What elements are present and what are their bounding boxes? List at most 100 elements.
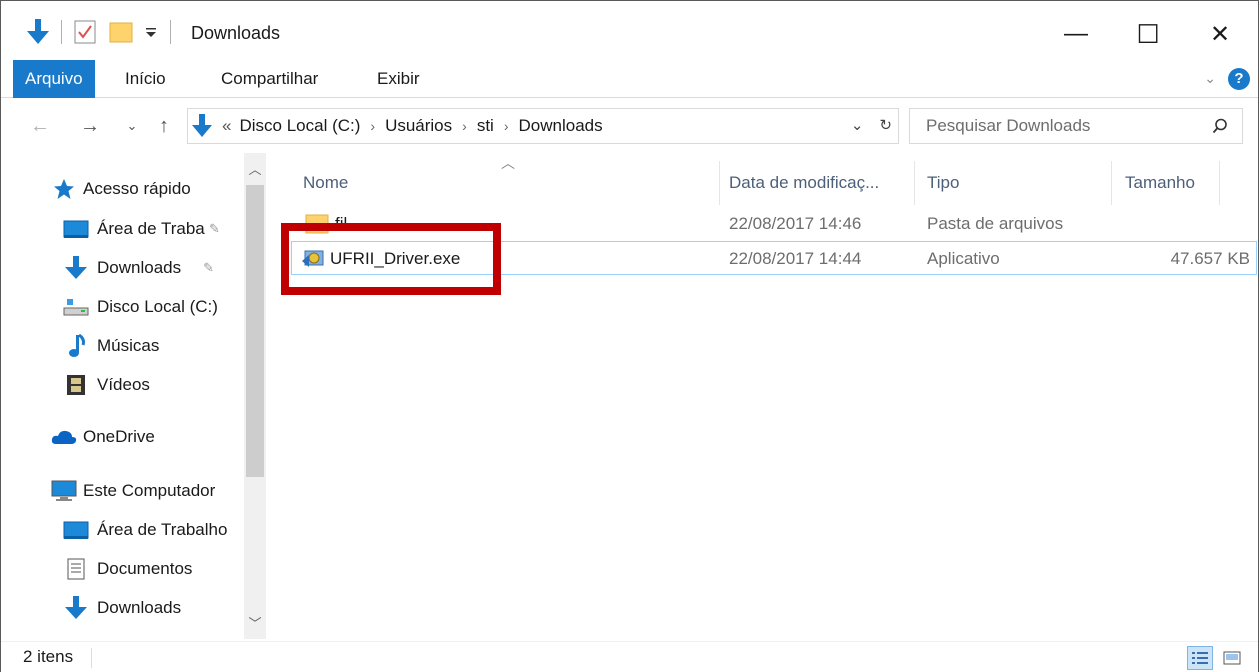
sort-ascending-icon: ︿ (501, 155, 515, 171)
breadcrumb-disco-local[interactable]: Disco Local (C:) (239, 109, 360, 143)
cloud-icon (51, 424, 77, 450)
sidebar-item-documentos[interactable]: Documentos (63, 551, 243, 587)
desktop-icon (63, 216, 89, 242)
desktop-icon (63, 517, 89, 543)
item-count: 2 itens (23, 647, 74, 666)
installer-icon (301, 245, 327, 276)
breadcrumb-separator[interactable]: › (370, 109, 375, 143)
pin-icon: ✎ (203, 260, 215, 275)
sidebar-item-label: Área de Trabalho (97, 520, 228, 539)
navigation-pane: Acesso rápido Área de Trabalho ✎ Downloa… (1, 153, 268, 639)
search-box[interactable]: Pesquisar Downloads (909, 108, 1243, 144)
column-header-tamanho[interactable]: Tamanho (1125, 161, 1195, 205)
sidebar-item-downloads-pinned[interactable]: Downloads ✎ (63, 250, 243, 286)
refresh-icon[interactable]: ↻ (879, 109, 892, 143)
back-arrow-icon[interactable]: ← (27, 113, 53, 139)
properties-icon[interactable] (72, 17, 98, 47)
search-input[interactable]: Pesquisar Downloads (926, 109, 1090, 143)
column-header-nome[interactable]: Nome (303, 161, 348, 205)
chevron-up-icon[interactable]: ︿ (244, 159, 266, 181)
file-explorer-window: Downloads — ☐ ✕ Arquivo Início Compartil… (0, 0, 1259, 672)
star-icon (51, 176, 77, 202)
title-bar: Downloads — ☐ ✕ (1, 1, 1258, 59)
column-separator[interactable] (1111, 161, 1112, 205)
customize-toolbar-icon[interactable] (142, 17, 160, 47)
column-separator[interactable] (914, 161, 915, 205)
breadcrumb-overflow[interactable]: « (222, 109, 231, 143)
download-arrow-icon (192, 114, 212, 143)
sidebar-item-videos[interactable]: Vídeos (63, 367, 243, 403)
tab-compartilhar[interactable]: Compartilhar (221, 60, 318, 98)
file-row-selected[interactable]: UFRII_Driver.exe 22/08/2017 14:44 Aplica… (291, 241, 1257, 275)
chevron-down-icon[interactable]: ⌄ (851, 109, 864, 143)
music-note-icon (63, 333, 89, 359)
document-icon (63, 556, 89, 582)
address-actions: ⌄ ↻ (851, 109, 892, 143)
download-arrow-icon (63, 595, 89, 621)
sidebar-item-onedrive[interactable]: OneDrive (51, 419, 241, 455)
sidebar-item-disco-local[interactable]: Disco Local (C:) (63, 289, 243, 325)
sidebar-item-acesso-rapido[interactable]: Acesso rápido (51, 171, 241, 207)
breadcrumb-downloads[interactable]: Downloads (519, 109, 603, 143)
folder-icon (305, 212, 329, 239)
sidebar-item-este-computador[interactable]: Este Computador (51, 473, 241, 509)
computer-icon (51, 478, 77, 504)
status-separator (91, 648, 92, 668)
sidebar-item-label: Músicas (97, 336, 160, 355)
column-header-tipo[interactable]: Tipo (927, 161, 959, 205)
file-type: Aplicativo (927, 249, 1000, 268)
close-button[interactable]: ✕ (1197, 11, 1243, 57)
file-type: Pasta de arquivos (927, 214, 1064, 233)
file-date: 22/08/2017 14:46 (729, 214, 862, 233)
maximize-button[interactable]: ☐ (1125, 11, 1171, 57)
large-icons-view-icon[interactable] (1219, 646, 1245, 670)
tab-arquivo[interactable]: Arquivo (13, 60, 95, 98)
film-icon (63, 372, 89, 398)
sidebar-item-label: Downloads (97, 258, 182, 277)
breadcrumb-separator[interactable]: › (504, 109, 509, 143)
column-separator[interactable] (1219, 161, 1220, 205)
toolbar-separator (61, 20, 62, 44)
sidebar-item-area-de-trabalho[interactable]: Área de Trabalho (63, 512, 243, 548)
address-bar[interactable]: « Disco Local (C:) › Usuários › sti › Do… (187, 108, 899, 144)
ribbon-collapse-icon[interactable]: ⌄ (1204, 70, 1216, 87)
sidebar-item-label: Downloads (97, 598, 182, 617)
file-name: fil (335, 214, 348, 233)
tab-exibir[interactable]: Exibir (377, 60, 420, 98)
sidebar-item-downloads[interactable]: Downloads (63, 590, 243, 626)
help-icon[interactable]: ? (1228, 68, 1250, 90)
nav-pane-scrollbar[interactable]: ︿ ﹀ (244, 153, 266, 639)
details-view-icon[interactable] (1187, 646, 1213, 670)
breadcrumb: « Disco Local (C:) › Usuários › sti › Do… (222, 109, 603, 143)
search-icon[interactable] (1212, 118, 1228, 139)
forward-arrow-icon[interactable]: → (77, 113, 103, 139)
sidebar-item-area-de-trabalho-pinned[interactable]: Área de Trabalho ✎ (63, 211, 243, 247)
sidebar-item-label: Área de Trabalho (97, 219, 205, 238)
window-title: Downloads (191, 23, 281, 43)
sidebar-item-label: Vídeos (97, 375, 150, 394)
file-size: 47.657 KB (1170, 249, 1250, 268)
up-arrow-icon[interactable]: ↑ (151, 113, 177, 139)
new-folder-icon[interactable] (108, 17, 134, 47)
breadcrumb-separator[interactable]: › (462, 109, 467, 143)
sidebar-item-musicas[interactable]: Músicas (63, 328, 243, 364)
sidebar-item-label: Documentos (97, 559, 193, 578)
navigation-bar: ← → ⌄ ↑ « Disco Local (C:) › Usuários › … (1, 101, 1258, 151)
file-list: Nome ︿ Data de modificaç... Tipo Tamanho… (269, 153, 1258, 639)
breadcrumb-sti[interactable]: sti (477, 109, 494, 143)
tab-inicio[interactable]: Início (125, 60, 166, 98)
minimize-button[interactable]: — (1053, 11, 1099, 57)
status-bar: 2 itens (1, 641, 1258, 672)
breadcrumb-usuarios[interactable]: Usuários (385, 109, 452, 143)
column-separator[interactable] (719, 161, 720, 205)
recent-locations-icon[interactable]: ⌄ (119, 113, 145, 139)
file-row[interactable]: fil 22/08/2017 14:46 Pasta de arquivos (291, 207, 1257, 241)
sidebar-item-label: Acesso rápido (83, 179, 191, 198)
pin-icon: ✎ (209, 221, 220, 236)
scrollbar-thumb[interactable] (246, 185, 264, 477)
column-header-data[interactable]: Data de modificaç... (729, 161, 879, 205)
drive-icon (63, 294, 89, 320)
chevron-down-icon[interactable]: ﹀ (244, 613, 266, 635)
download-arrow-icon (25, 17, 51, 47)
quick-access-toolbar (25, 15, 181, 49)
